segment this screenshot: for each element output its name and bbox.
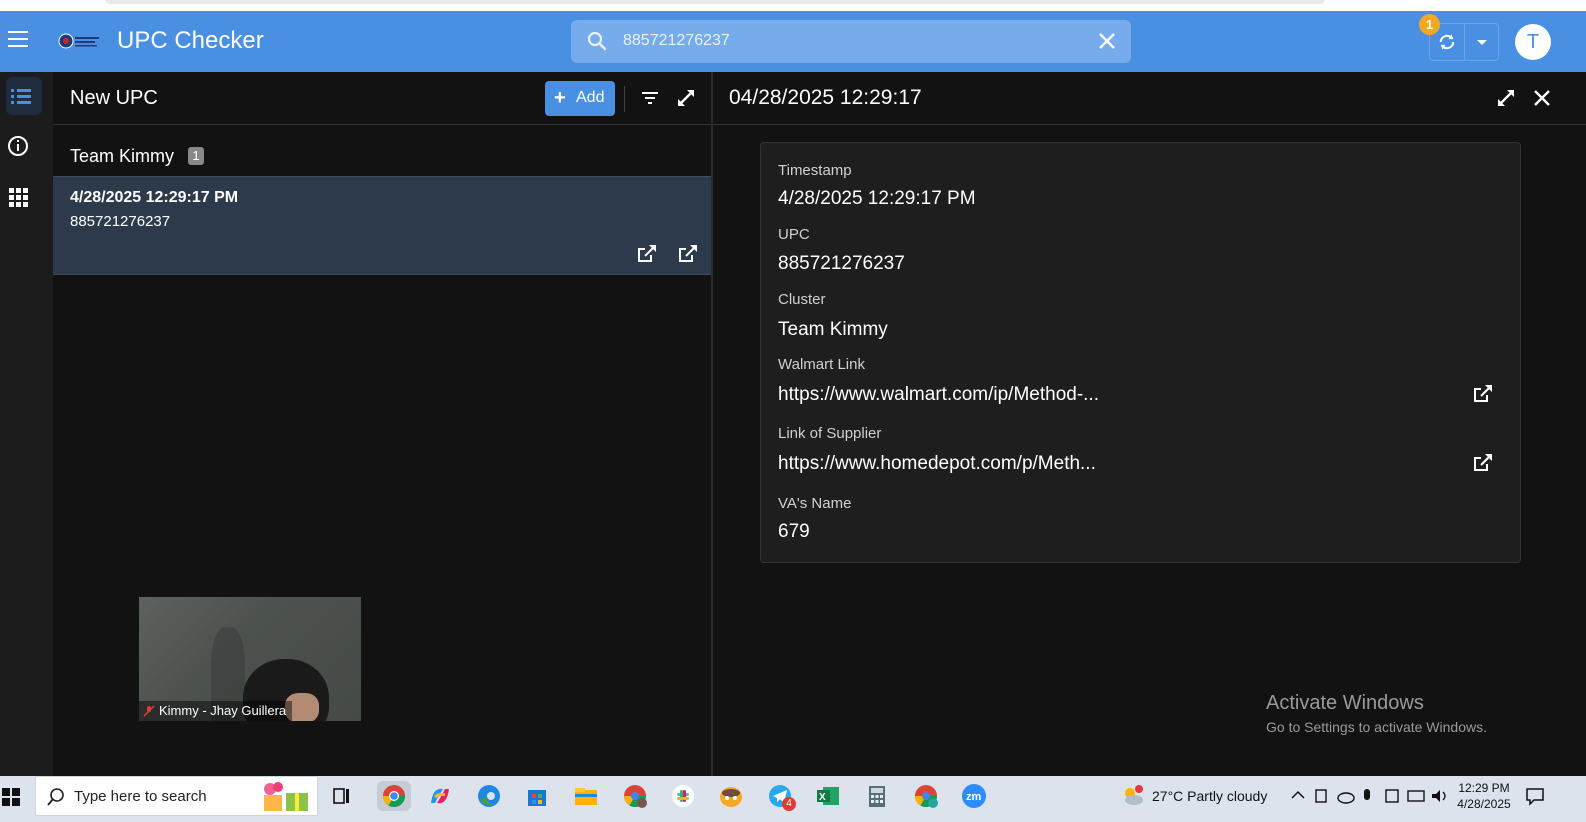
field-value-supplier-link[interactable]: https://www.homedepot.com/p/Meth... xyxy=(778,453,1096,475)
copilot-icon[interactable] xyxy=(425,781,455,811)
field-value-cluster: Team Kimmy xyxy=(778,319,888,340)
field-label-va-name: VA's Name xyxy=(778,495,852,512)
expand-icon[interactable] xyxy=(675,87,697,109)
list-panel-header: New UPC + Add xyxy=(53,72,711,125)
windows-taskbar: Type here to search 4 X zm 27°C Partly c… xyxy=(0,776,1586,822)
field-value-walmart-link[interactable]: https://www.walmart.com/ip/Method-... xyxy=(778,384,1099,406)
add-button[interactable]: + Add xyxy=(545,81,615,116)
app-bar: UPC Checker 1 T xyxy=(0,11,1586,72)
toolbar-divider xyxy=(624,86,625,112)
external-link-icon[interactable] xyxy=(677,243,699,265)
expand-icon[interactable] xyxy=(1495,87,1517,109)
store-icon[interactable] xyxy=(522,781,552,811)
svg-text:X: X xyxy=(819,792,826,803)
info-icon xyxy=(8,136,28,156)
field-value-timestamp: 4/28/2025 12:29:17 PM xyxy=(778,188,976,209)
field-label-cluster: Cluster xyxy=(778,291,826,308)
chrome-profile-icon[interactable] xyxy=(620,781,650,811)
user-avatar[interactable]: T xyxy=(1515,24,1551,60)
zoom-icon[interactable]: zm xyxy=(959,781,989,811)
navigation-rail xyxy=(0,72,53,776)
weather-icon[interactable] xyxy=(1120,784,1146,808)
weather-text[interactable]: 27°C Partly cloudy xyxy=(1152,788,1267,804)
search-input[interactable] xyxy=(623,27,1063,55)
external-link-icon[interactable] xyxy=(1472,452,1494,474)
video-call-overlay[interactable]: Kimmy - Jhay Guillera xyxy=(139,597,361,721)
telegram-app[interactable]: 4 xyxy=(765,781,797,813)
muted-mic-icon xyxy=(143,705,155,717)
chevron-down-icon[interactable] xyxy=(1465,24,1499,60)
taskbar-search-box[interactable]: Type here to search xyxy=(35,776,318,816)
edge-icon[interactable] xyxy=(474,781,504,811)
video-participant-label: Kimmy - Jhay Guillera xyxy=(139,701,293,721)
field-label-timestamp: Timestamp xyxy=(778,162,852,179)
group-title: Team Kimmy xyxy=(70,146,175,166)
list-panel-title: New UPC xyxy=(70,87,158,109)
clock-time: 12:29 PM xyxy=(1458,781,1510,795)
browser-address-bar-edge xyxy=(105,0,1325,4)
search-highlight-icon xyxy=(264,782,308,811)
system-tray-icons[interactable] xyxy=(1290,784,1452,808)
list-item-upc: 885721276237 xyxy=(70,213,171,230)
filter-icon[interactable] xyxy=(640,88,660,108)
clock-date: 4/28/2025 xyxy=(1457,797,1511,811)
taskbar-search-placeholder: Type here to search xyxy=(74,788,207,805)
chrome-active-icon[interactable] xyxy=(377,781,411,811)
field-value-va-name: 679 xyxy=(778,521,810,542)
detail-panel-title: 04/28/2025 12:29:17 xyxy=(729,86,922,109)
close-icon[interactable] xyxy=(1531,87,1553,109)
telegram-badge: 4 xyxy=(782,797,796,811)
video-participant-name: Kimmy - Jhay Guillera xyxy=(159,703,287,718)
excel-icon[interactable]: X xyxy=(813,781,843,811)
detail-panel: 04/28/2025 12:29:17 Timestamp 4/28/2025 … xyxy=(713,72,1586,776)
notification-icon[interactable] xyxy=(1524,785,1546,807)
search-icon xyxy=(587,31,607,51)
watermark-subtitle: Go to Settings to activate Windows. xyxy=(1266,719,1487,735)
detail-card: Timestamp 4/28/2025 12:29:17 PM UPC 8857… xyxy=(760,142,1521,563)
svg-text:zm: zm xyxy=(966,791,982,803)
external-link-icon[interactable] xyxy=(1472,383,1494,405)
app-title: UPC Checker xyxy=(117,27,264,54)
detail-panel-header: 04/28/2025 12:29:17 xyxy=(713,72,1586,125)
sync-badge: 1 xyxy=(1419,14,1440,35)
chrome-second-profile-icon[interactable] xyxy=(911,781,941,811)
search-bar[interactable] xyxy=(571,20,1131,63)
game-app-icon[interactable] xyxy=(716,781,746,811)
system-clock[interactable]: 12:29 PM 4/28/2025 xyxy=(1454,780,1514,812)
plus-icon: + xyxy=(554,87,566,109)
field-label-upc: UPC xyxy=(778,226,810,243)
file-explorer-icon[interactable] xyxy=(571,781,601,811)
field-label-supplier-link: Link of Supplier xyxy=(778,425,882,442)
external-link-icon[interactable] xyxy=(636,243,658,265)
search-icon xyxy=(47,788,64,806)
add-button-label: Add xyxy=(576,89,605,106)
activate-windows-watermark: Activate Windows Go to Settings to activ… xyxy=(1266,692,1487,735)
field-value-upc: 885721276237 xyxy=(778,253,905,274)
task-view-icon[interactable] xyxy=(326,781,356,811)
list-item-timestamp: 4/28/2025 12:29:17 PM xyxy=(70,189,239,206)
sync-button-group xyxy=(1429,23,1499,61)
list-item[interactable]: 4/28/2025 12:29:17 PM 885721276237 xyxy=(53,176,711,275)
browser-top-strip xyxy=(0,0,1586,11)
company-logo xyxy=(58,33,99,49)
windows-start-icon[interactable] xyxy=(0,786,22,808)
rail-item-info[interactable] xyxy=(6,127,42,165)
slack-icon[interactable] xyxy=(668,781,698,811)
watermark-title: Activate Windows xyxy=(1266,692,1424,714)
clear-search-icon[interactable] xyxy=(1097,31,1117,51)
field-label-walmart-link: Walmart Link xyxy=(778,356,865,373)
apps-grid-icon xyxy=(9,188,28,207)
rail-item-list[interactable] xyxy=(6,77,42,115)
group-count-badge: 1 xyxy=(188,147,204,165)
calculator-icon[interactable] xyxy=(862,781,892,811)
menu-icon[interactable] xyxy=(8,31,28,47)
list-icon xyxy=(11,89,31,104)
rail-item-apps[interactable] xyxy=(6,177,42,215)
